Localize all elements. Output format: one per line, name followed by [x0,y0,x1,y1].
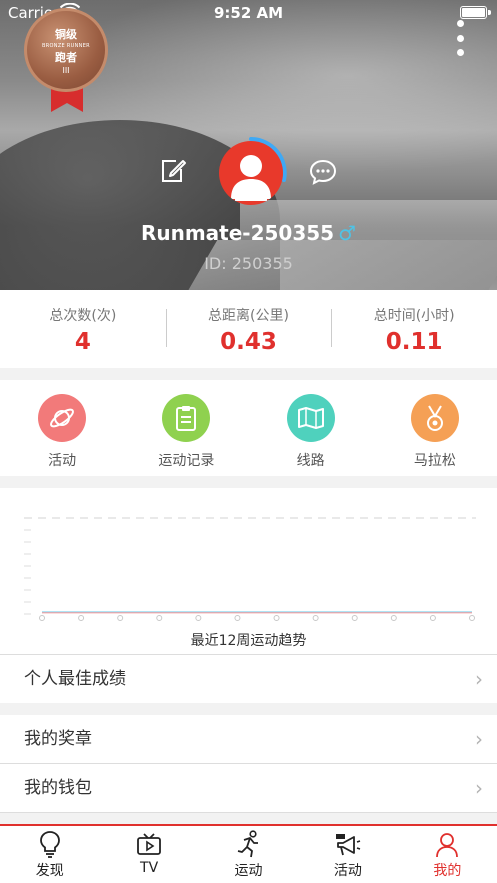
tv-icon [99,826,198,858]
chevron-right-icon: › [475,667,483,691]
more-menu-icon[interactable] [455,20,465,56]
chart-title: 最近12周运动趋势 [190,633,307,649]
runner-icon [199,826,298,858]
chart-x-point [469,615,475,621]
quick-action-activity[interactable]: 活动 [0,380,124,476]
quick-action-marathon[interactable]: 马拉松 [373,380,497,476]
tab-label: 我的 [433,863,462,879]
chart-x-point [429,615,436,621]
stat-total-distance[interactable]: 总距离(公里) 0.43 [165,290,332,368]
clipboard-icon [162,394,211,442]
quick-action-label: 马拉松 [413,453,456,469]
chart-x-point [234,615,241,621]
stat-total-count[interactable]: 总次数(次) 4 [0,290,166,368]
my-medals-row[interactable]: 我的奖章 › [0,715,497,763]
tab-label: 运动 [234,863,263,879]
tab-label: 发现 [35,863,64,879]
chart-x-point [78,615,85,621]
quick-actions: 活动 运动记录 线路 马拉松 [0,380,497,476]
quick-action-routes[interactable]: 线路 [249,380,373,476]
stat-value: 0.43 [220,329,277,355]
megaphone-icon [298,826,397,858]
tab-tv[interactable]: TV [99,826,198,883]
my-medals-label: 我的奖章 [24,729,92,749]
chart-x-point [390,615,397,621]
chart-x-point [273,615,280,621]
person-icon [398,826,497,858]
quick-action-label: 线路 [296,453,325,469]
weekly-trend-chart: 最近12周运动趋势 [0,488,497,654]
tab-activity[interactable]: 活动 [298,826,397,883]
personal-best-row[interactable]: 个人最佳成绩 › [0,655,497,703]
user-id: ID: 250355 [204,254,293,273]
badge-line1: 铜级 [55,27,77,41]
dot [456,34,464,42]
chart-x-point [351,615,358,621]
chart-x-point [156,615,163,621]
tab-discover[interactable]: 发现 [0,826,99,883]
tab-sport[interactable]: 运动 [199,826,298,883]
chart-x-point [39,615,45,621]
stat-label: 总时间(小时) [373,308,455,324]
person-silhouette-icon [231,155,271,201]
edit-profile-icon[interactable] [159,157,187,185]
map-icon [286,394,335,442]
personal-best-label: 个人最佳成绩 [24,669,126,689]
stat-label: 总距离(公里) [208,308,289,324]
username: Runmate-250355 ♂ [0,221,497,245]
battery-icon [460,6,487,19]
tab-label: 活动 [333,863,362,879]
badge-medal: 铜级 BRONZE RUNNER 跑者 III [24,8,108,92]
badge-line3: 跑者 [55,50,77,64]
separator [0,812,497,813]
battery-tip [488,10,491,15]
quick-action-records[interactable]: 运动记录 [124,380,248,476]
avatar-image [219,141,283,205]
dot [456,20,464,27]
chart-x-point [312,615,319,621]
avatar[interactable] [214,136,288,210]
medal-icon [410,394,459,442]
tab-bar: 发现 TV 运动 活动 我的 [0,824,497,883]
chevron-right-icon: › [475,727,483,751]
tab-label: TV [140,860,159,876]
quick-action-label: 活动 [48,453,77,469]
chart-x-point [195,615,202,621]
profile-header: Carrier 9:52 AM 铜级 BRONZE RUNNER 跑者 III [0,0,497,290]
planet-icon [38,394,87,442]
my-wallet-row[interactable]: 我的钱包 › [0,764,497,812]
bronze-runner-badge[interactable]: 铜级 BRONZE RUNNER 跑者 III [24,8,108,112]
dot [456,49,464,56]
trend-chart-svg [24,517,476,621]
chevron-right-icon: › [475,776,483,800]
stats-summary: 总次数(次) 4 总距离(公里) 0.43 总时间(小时) 0.11 [0,290,497,368]
message-icon[interactable] [308,158,338,186]
badge-line4: III [62,65,70,75]
stat-label: 总次数(次) [49,308,117,324]
male-gender-icon: ♂ [338,221,357,245]
stat-value: 0.11 [385,329,443,355]
chart-x-point [117,615,124,621]
my-wallet-label: 我的钱包 [24,778,92,798]
tab-mine[interactable]: 我的 [398,826,497,883]
stat-total-time[interactable]: 总时间(小时) 0.11 [331,290,497,368]
quick-action-label: 运动记录 [158,453,215,469]
stat-value: 4 [74,329,91,355]
bulb-icon [0,826,99,858]
username-text: Runmate-250355 [140,221,335,245]
